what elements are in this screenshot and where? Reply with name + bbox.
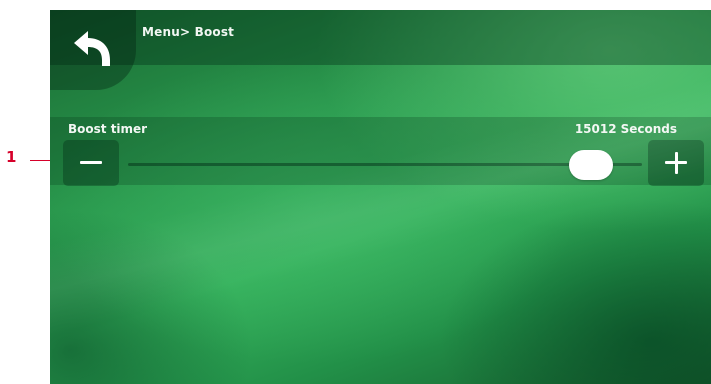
- device-screen: Menu> Boost Boost timer 15012 Seconds: [50, 10, 711, 384]
- callout-number: 1: [6, 148, 17, 166]
- plus-icon-vertical: [674, 151, 678, 174]
- increase-button[interactable]: [648, 140, 704, 186]
- back-button[interactable]: [50, 10, 136, 90]
- boost-timer-label: Boost timer: [68, 122, 148, 136]
- boost-timer-unit: Seconds: [620, 122, 677, 136]
- back-arrow-icon: [74, 31, 110, 66]
- minus-icon: [80, 161, 102, 164]
- page: 1 Menu> Boost Boost timer 15012 Seconds: [0, 0, 711, 384]
- boost-timer-slider-track[interactable]: [128, 163, 642, 166]
- boost-timer-value: 15012 Seconds: [575, 122, 677, 136]
- decrease-button[interactable]: [63, 140, 119, 186]
- boost-timer-slider-handle[interactable]: [568, 150, 613, 180]
- boost-timer-seconds: 15012: [574, 122, 617, 136]
- breadcrumb: Menu> Boost: [142, 25, 235, 39]
